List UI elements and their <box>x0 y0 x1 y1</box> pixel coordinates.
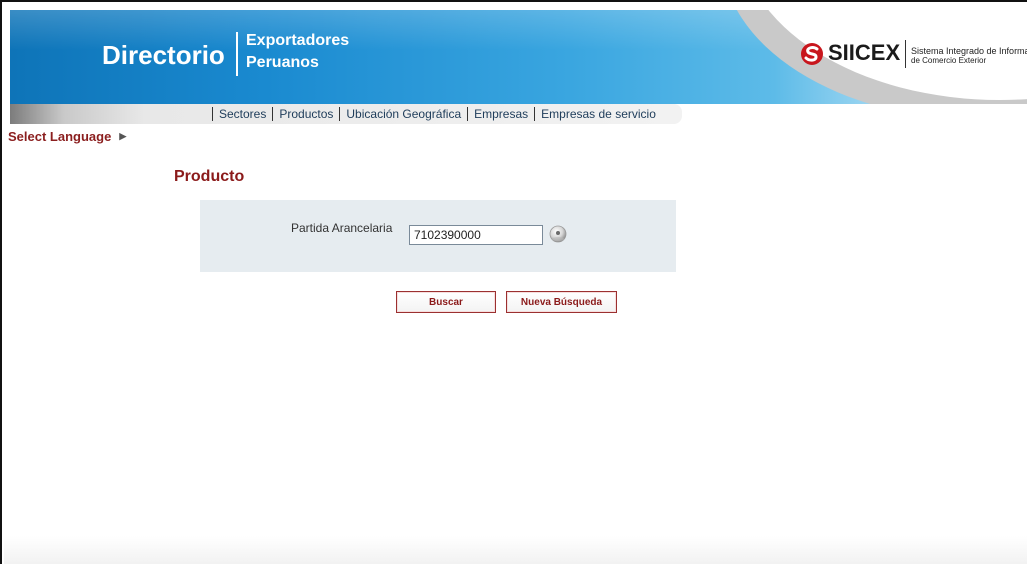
brand-divider <box>236 32 238 76</box>
siicex-divider <box>905 40 906 68</box>
chevron-right-icon: ▶ <box>119 130 127 141</box>
brand-subtitle-line2: Peruanos <box>246 54 319 71</box>
nav-separator <box>534 107 536 121</box>
select-language-menu[interactable]: Select Language ▶ <box>8 126 126 146</box>
nav-separator <box>339 107 341 121</box>
nav-item-empresas[interactable]: Empresas <box>474 107 528 121</box>
siicex-description-line2: de Comercio Exterior <box>911 56 987 65</box>
nav-item-ubicacion-geografica[interactable]: Ubicación Geográfica <box>346 107 461 121</box>
nav-item-productos[interactable]: Productos <box>279 107 333 121</box>
nav-separator <box>212 107 213 121</box>
siicex-description-line1: Sistema Integrado de Información <box>911 46 1027 56</box>
brand-subtitle-line1: Exportadores <box>246 32 350 49</box>
brand-title: Directorio <box>102 40 225 70</box>
search-button[interactable]: Buscar <box>396 291 496 313</box>
nav-separator <box>467 107 469 121</box>
nav-item-sectores[interactable]: Sectores <box>219 107 266 121</box>
siicex-name: SIICEX <box>828 40 901 65</box>
siicex-logo-icon <box>801 43 823 65</box>
new-search-button[interactable]: Nueva Búsqueda <box>506 291 617 313</box>
select-language-label: Select Language <box>8 128 112 144</box>
nav-item-empresas-de-servicio[interactable]: Empresas de servicio <box>541 107 656 121</box>
lookup-help-icon[interactable] <box>549 225 567 243</box>
main-nav: Sectores Productos Ubicación Geográfica … <box>206 106 656 122</box>
header-banner: Directorio Exportadores Peruanos SIICEX … <box>10 10 1027 104</box>
partida-arancelaria-label: Partida Arancelaria <box>291 221 393 235</box>
app-frame: Directorio Exportadores Peruanos SIICEX … <box>0 0 1027 564</box>
nav-separator <box>272 107 274 121</box>
page-title: Producto <box>174 168 245 185</box>
bottom-fade <box>4 536 1027 564</box>
partida-arancelaria-input[interactable] <box>409 225 543 245</box>
